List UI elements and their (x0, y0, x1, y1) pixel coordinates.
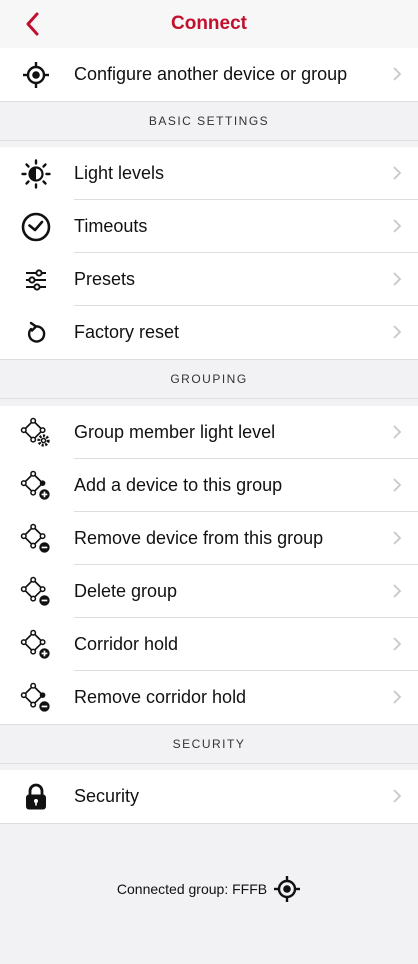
target-icon (274, 876, 301, 902)
configure-another-device-label: Configure another device or group (74, 64, 348, 84)
target-icon (20, 59, 52, 91)
group-member-light-level-row[interactable]: Group member light level (0, 406, 418, 459)
connected-group-label: Connected group: FFFB (116, 881, 268, 897)
page-title: Connect (171, 13, 247, 34)
chevron-right-icon (393, 690, 402, 704)
remove-corridor-hold-row[interactable]: Remove corridor hold (0, 671, 418, 724)
add-device-to-group-label: Add a device to this group (74, 475, 283, 495)
remove-corridor-hold-label: Remove corridor hold (74, 687, 247, 707)
add-device-to-group-row[interactable]: Add a device to this group (0, 459, 418, 512)
footer: Connected group: FFFB (0, 823, 418, 964)
factory-reset-label: Factory reset (74, 322, 180, 342)
chevron-right-icon (393, 789, 402, 803)
group-remove-icon (20, 523, 52, 555)
sliders-icon (20, 264, 52, 296)
chevron-right-icon (393, 219, 402, 233)
section-title: GROUPING (170, 372, 248, 386)
section-header-basic-settings: BASIC SETTINGS (0, 101, 418, 141)
security-row[interactable]: Security (0, 770, 418, 823)
group-member-light-level-label: Group member light level (74, 422, 276, 442)
security-label: Security (74, 786, 140, 806)
corridor-hold-label: Corridor hold (74, 634, 179, 654)
configure-another-device-row[interactable]: Configure another device or group (0, 48, 418, 101)
chevron-right-icon (393, 67, 402, 81)
presets-label: Presets (74, 269, 136, 289)
group-add-icon (20, 470, 52, 502)
chevron-right-icon (393, 531, 402, 545)
corridor-hold-row[interactable]: Corridor hold (0, 618, 418, 671)
corridor-hold-icon (20, 629, 52, 661)
group-delete-icon (20, 576, 52, 608)
brightness-icon (20, 158, 52, 190)
chevron-right-icon (393, 584, 402, 598)
remove-device-from-group-label: Remove device from this group (74, 528, 324, 548)
group-gear-icon (20, 417, 52, 449)
chevron-right-icon (393, 325, 402, 339)
chevron-right-icon (393, 637, 402, 651)
chevron-right-icon (393, 166, 402, 180)
remove-device-from-group-row[interactable]: Remove device from this group (0, 512, 418, 565)
timeouts-label: Timeouts (74, 216, 148, 236)
section-title: BASIC SETTINGS (148, 114, 270, 128)
clock-icon (20, 211, 52, 243)
section-header-grouping: GROUPING (0, 359, 418, 399)
light-levels-row[interactable]: Light levels (0, 147, 418, 200)
factory-reset-row[interactable]: Factory reset (0, 306, 418, 359)
light-levels-label: Light levels (74, 163, 165, 183)
lock-icon (20, 781, 52, 813)
remove-corridor-hold-icon (20, 682, 52, 714)
connected-group-status: Connected group: FFFB (0, 875, 418, 903)
nav-bar: Connect (0, 0, 418, 48)
presets-row[interactable]: Presets (0, 253, 418, 306)
delete-group-label: Delete group (74, 581, 178, 601)
chevron-right-icon (393, 425, 402, 439)
reset-icon (20, 317, 52, 349)
chevron-right-icon (393, 272, 402, 286)
delete-group-row[interactable]: Delete group (0, 565, 418, 618)
section-header-security: SECURITY (0, 724, 418, 764)
timeouts-row[interactable]: Timeouts (0, 200, 418, 253)
section-title: SECURITY (172, 737, 246, 751)
chevron-right-icon (393, 478, 402, 492)
